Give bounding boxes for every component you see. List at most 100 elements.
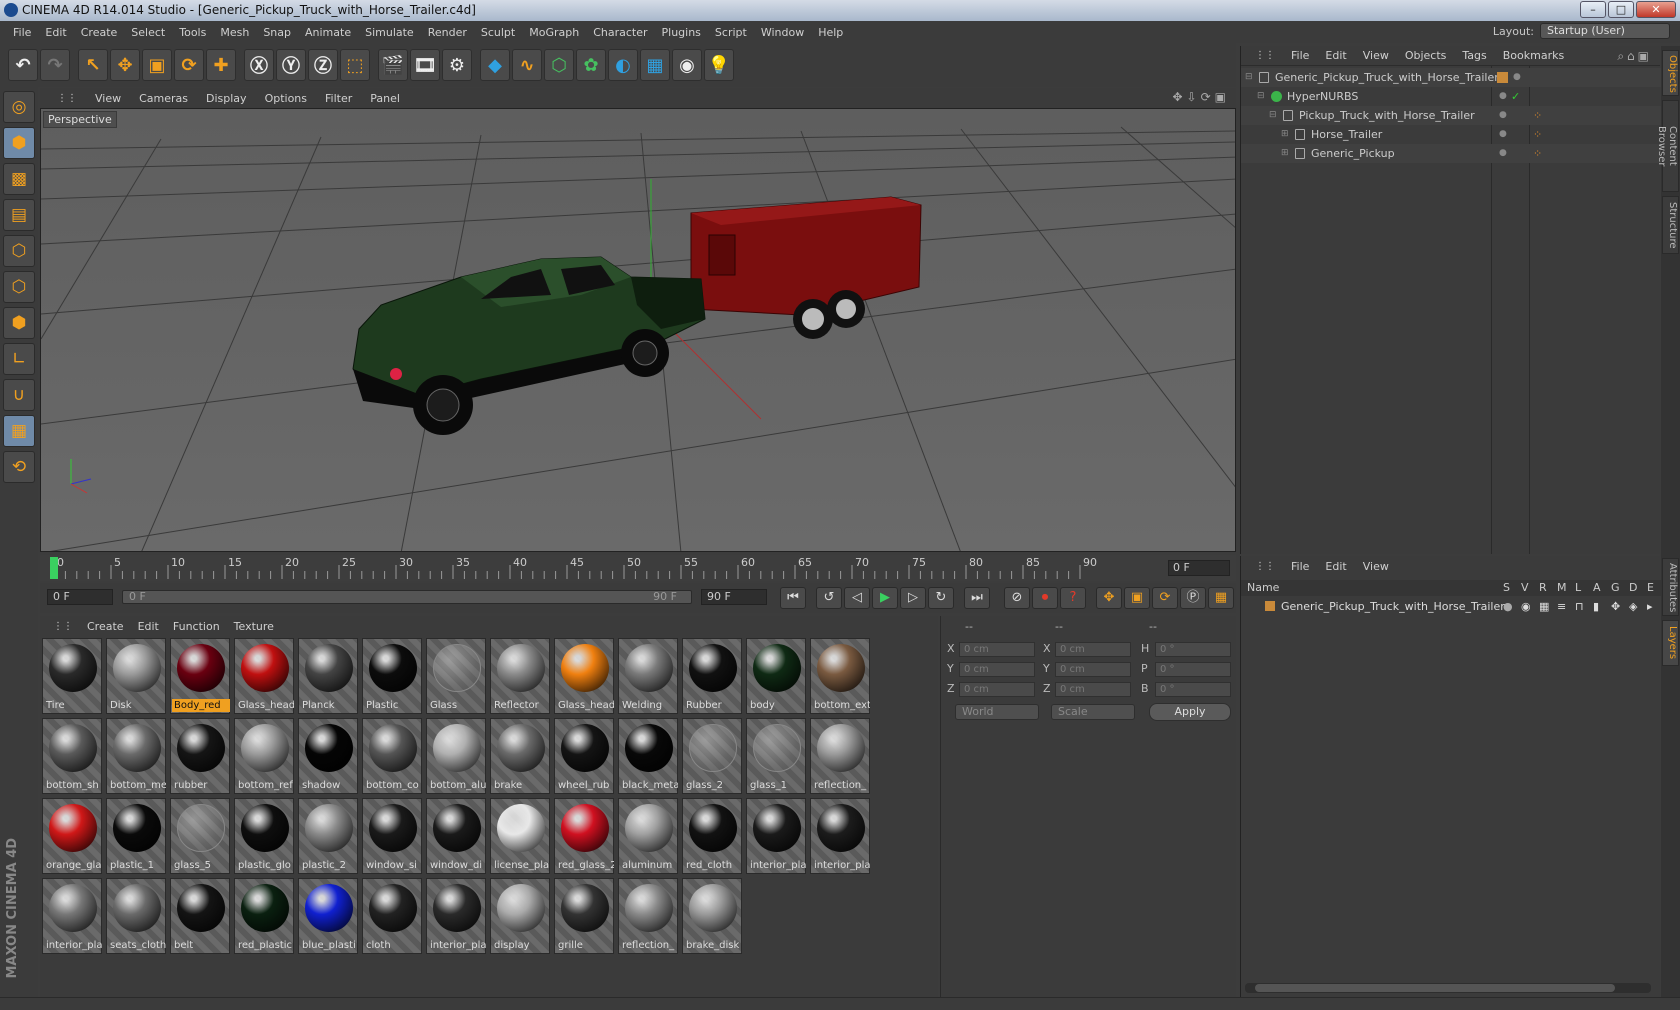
material-menu-function[interactable]: Function	[166, 620, 227, 633]
material-swatch[interactable]: interior_pla	[42, 878, 102, 954]
model-mode-icon[interactable]: ⬢	[3, 127, 35, 159]
menu-character[interactable]: Character	[586, 26, 654, 39]
object-menu-objects[interactable]: Objects	[1397, 49, 1455, 62]
menu-render[interactable]: Render	[421, 26, 474, 39]
material-swatch[interactable]: grille	[554, 878, 614, 954]
material-swatch[interactable]: Glass	[426, 638, 486, 714]
size-y-field[interactable]: 0 cm	[1055, 662, 1131, 677]
scale-icon[interactable]: ▣	[142, 49, 172, 81]
material-swatch[interactable]: Planck	[298, 638, 358, 714]
menu-plugins[interactable]: Plugins	[655, 26, 708, 39]
edges-mode-icon[interactable]: ⬡	[3, 271, 35, 303]
material-swatch[interactable]: window_si	[362, 798, 422, 874]
material-swatch[interactable]: reflection_	[810, 718, 870, 794]
material-swatch[interactable]: bottom_alu	[426, 718, 486, 794]
material-swatch[interactable]: red_glass_2	[554, 798, 614, 874]
material-swatch[interactable]: Disk	[106, 638, 166, 714]
material-swatch[interactable]: window_di	[426, 798, 486, 874]
collapse-icon[interactable]: ⊟	[1269, 106, 1277, 125]
key-scale-icon[interactable]: ▣	[1124, 587, 1150, 609]
rotation-h-field[interactable]: 0 °	[1155, 642, 1231, 657]
layer-manager-icon[interactable]: ≡	[1557, 598, 1566, 615]
current-frame-field[interactable]: 0 F	[47, 589, 113, 605]
material-swatch[interactable]: glass_5	[170, 798, 230, 874]
object-row[interactable]: ⊟ Generic_Pickup_Truck_with_Horse_Traile…	[1241, 68, 1661, 87]
key-pla-icon[interactable]: ▦	[1208, 587, 1234, 609]
viewport-menu-view[interactable]: View	[86, 92, 130, 105]
material-swatch[interactable]: red_cloth	[682, 798, 742, 874]
preview-range-slider[interactable]: 0 F 90 F	[122, 590, 692, 604]
deformer-icon[interactable]: ◐	[608, 49, 638, 81]
material-swatch[interactable]: bottom_co	[362, 718, 422, 794]
material-swatch[interactable]: reflection_	[618, 878, 678, 954]
material-swatch[interactable]: shadow	[298, 718, 358, 794]
menu-simulate[interactable]: Simulate	[358, 26, 421, 39]
tab-structure[interactable]: Structure	[1662, 196, 1679, 254]
menu-help[interactable]: Help	[811, 26, 850, 39]
layer-color-icon[interactable]	[1265, 601, 1275, 611]
material-swatch[interactable]: interior_pla	[810, 798, 870, 874]
record-keys-icon[interactable]: ⊘	[1004, 587, 1030, 609]
light-icon[interactable]: 💡	[704, 49, 734, 81]
material-swatch[interactable]: aluminum	[618, 798, 678, 874]
tab-objects[interactable]: Objects	[1662, 50, 1679, 96]
collapse-icon[interactable]: ⊟	[1245, 68, 1253, 87]
render-picture-viewer-icon[interactable]: 🎞	[410, 49, 440, 81]
workplane-icon[interactable]: ▤	[3, 199, 35, 231]
auto-keying-icon[interactable]: ⏺	[1032, 587, 1058, 609]
make-editable-icon[interactable]: ◎	[3, 91, 35, 123]
array-icon[interactable]: ✿	[576, 49, 606, 81]
material-swatch[interactable]: seats_cloth	[106, 878, 166, 954]
material-swatch[interactable]: blue_plasti	[298, 878, 358, 954]
menu-window[interactable]: Window	[754, 26, 811, 39]
position-x-field[interactable]: 0 cm	[959, 642, 1035, 657]
layer-render-icon[interactable]: ▦	[1539, 598, 1549, 615]
layer-menu-file[interactable]: File	[1283, 560, 1317, 573]
timeline-end-frame[interactable]: 0 F	[1168, 560, 1230, 576]
minimize-button[interactable]: –	[1580, 1, 1606, 18]
object-row[interactable]: ⊞ Generic_Pickup ● ⁘	[1241, 144, 1661, 163]
material-swatch[interactable]: brake	[490, 718, 550, 794]
material-swatch[interactable]: display	[490, 878, 550, 954]
material-swatch[interactable]: rubber	[170, 718, 230, 794]
tab-attributes[interactable]: Attributes	[1662, 558, 1679, 616]
object-row[interactable]: ⊟ Pickup_Truck_with_Horse_Trailer ● ⁘	[1241, 106, 1661, 125]
material-swatch[interactable]: Glass_head	[234, 638, 294, 714]
material-swatch[interactable]: Rubber	[682, 638, 742, 714]
material-swatch[interactable]: bottom_ext	[810, 638, 870, 714]
visibility-dots-icon[interactable]: ●	[1499, 144, 1507, 163]
layer-row[interactable]: Generic_Pickup_Truck_with_Horse_Trailer …	[1241, 598, 1661, 615]
max-frame-field[interactable]: 90 F	[701, 589, 767, 605]
material-swatch[interactable]: interior_pla	[746, 798, 806, 874]
close-button[interactable]: ✕	[1636, 1, 1676, 18]
object-menu-bookmarks[interactable]: Bookmarks	[1495, 49, 1572, 62]
material-tag-icon[interactable]: ⁘	[1533, 144, 1542, 163]
viewport-menu-display[interactable]: Display	[197, 92, 256, 105]
visibility-dots-icon[interactable]: ●	[1499, 87, 1507, 106]
material-swatch[interactable]: orange_gla	[42, 798, 102, 874]
menu-snap[interactable]: Snap	[256, 26, 298, 39]
x-axis-icon[interactable]: Ⓧ	[244, 49, 274, 81]
material-swatch[interactable]: Reflector	[490, 638, 550, 714]
render-view-icon[interactable]: 🎬	[378, 49, 408, 81]
play-icon[interactable]: ▶	[872, 587, 898, 609]
points-mode-icon[interactable]: ⬡	[3, 235, 35, 267]
menu-tools[interactable]: Tools	[172, 26, 213, 39]
material-menu-create[interactable]: Create	[80, 620, 131, 633]
key-parameter-icon[interactable]: Ⓟ	[1180, 587, 1206, 609]
material-swatch[interactable]: Plastic	[362, 638, 422, 714]
tab-layers[interactable]: Layers	[1662, 620, 1679, 666]
material-swatch[interactable]: bottom_sh	[42, 718, 102, 794]
rotation-p-field[interactable]: 0 °	[1155, 662, 1231, 677]
collapse-icon[interactable]: ⊟	[1257, 87, 1265, 106]
material-swatch[interactable]: glass_2	[682, 718, 742, 794]
maximize-button[interactable]: □	[1608, 1, 1634, 18]
menu-mograph[interactable]: MoGraph	[522, 26, 586, 39]
layer-expression-icon[interactable]: ▸	[1647, 598, 1653, 615]
texture-mode-icon[interactable]: ▩	[3, 163, 35, 195]
layer-lock-icon[interactable]: ⊓	[1575, 598, 1584, 615]
key-rotation-icon[interactable]: ⟳	[1152, 587, 1178, 609]
camera-icon[interactable]: ◉	[672, 49, 702, 81]
material-swatch[interactable]: Welding	[618, 638, 678, 714]
material-swatch[interactable]: belt	[170, 878, 230, 954]
